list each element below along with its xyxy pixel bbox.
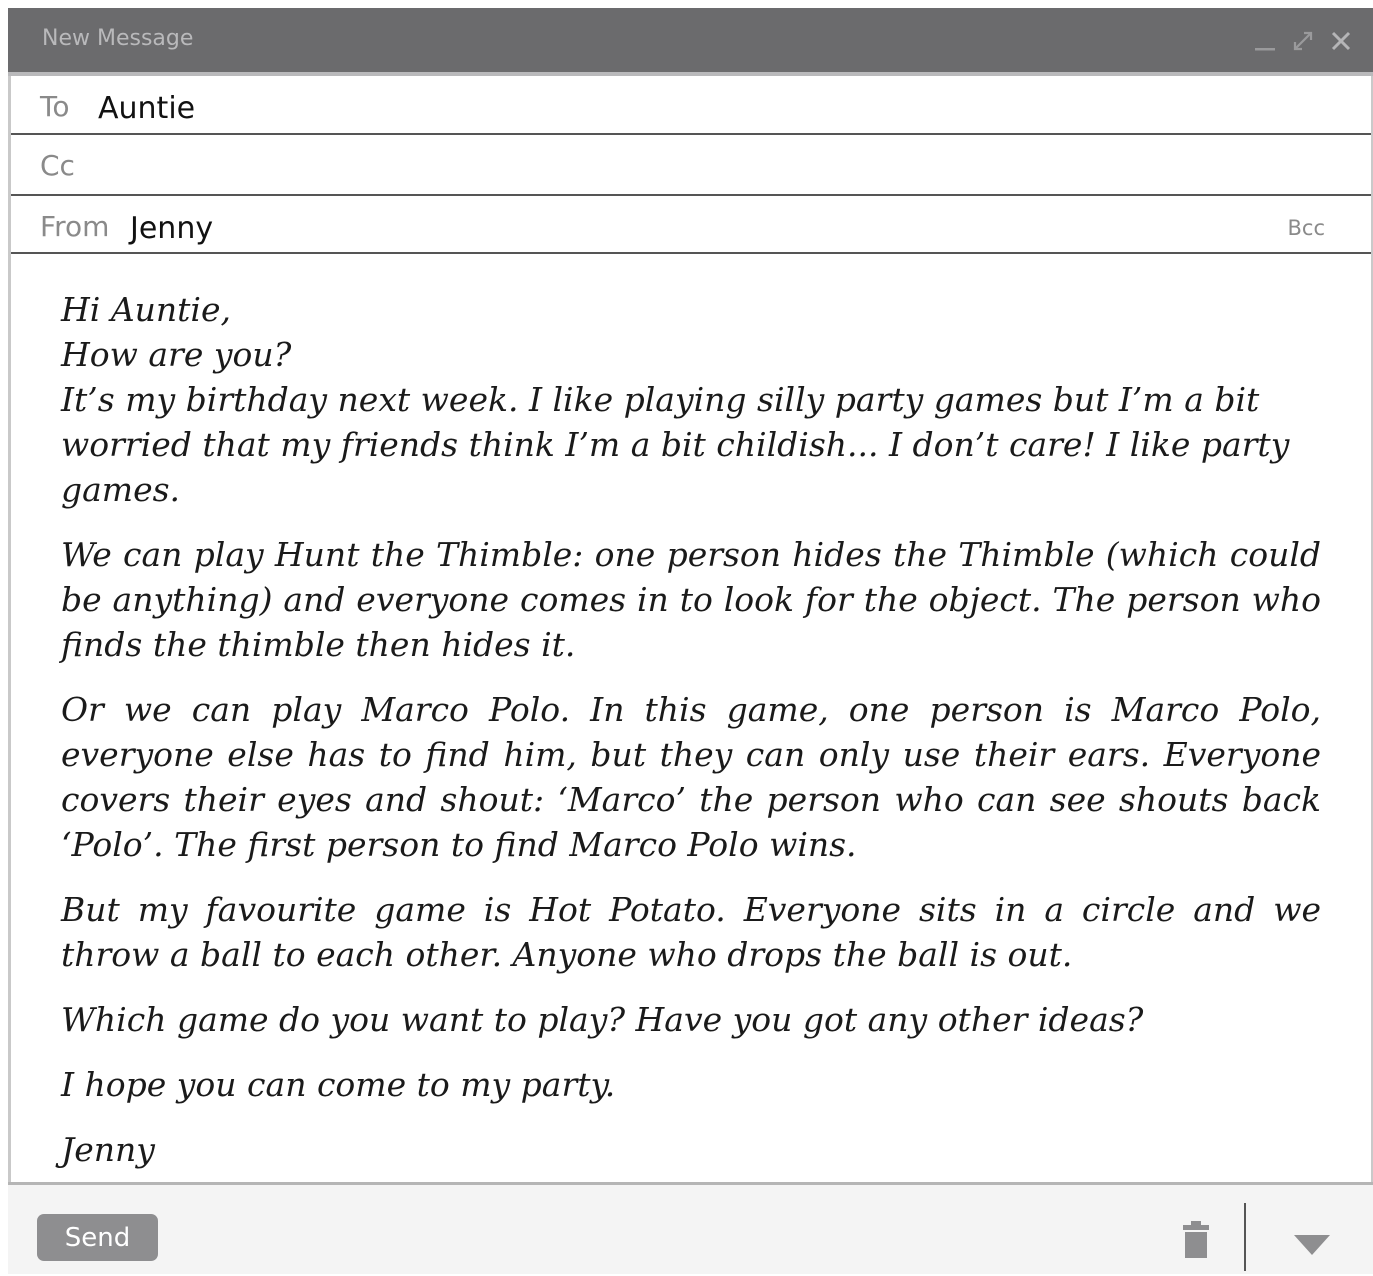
compose-window: New Message To Auntie Cc From Jenny Bcc … xyxy=(8,8,1373,1274)
greeting-line: Hi Auntie, xyxy=(61,290,231,329)
title-bar: New Message xyxy=(8,8,1373,76)
expand-icon[interactable] xyxy=(1290,28,1316,54)
address-fields: To Auntie Cc From Jenny Bcc xyxy=(8,76,1373,254)
close-icon[interactable] xyxy=(1328,28,1354,54)
to-row: To Auntie xyxy=(11,76,1371,135)
chevron-down-icon[interactable] xyxy=(1292,1233,1332,1257)
to-field[interactable]: Auntie xyxy=(98,91,195,126)
message-body[interactable]: Hi Auntie, How are you? It’s my birthday… xyxy=(8,254,1373,1182)
paragraph-marco-polo: Or we can play Marco Polo. In this game,… xyxy=(61,690,1321,864)
paragraph-which-game: Which game do you want to play? Have you… xyxy=(61,1000,1144,1039)
from-field[interactable]: Jenny xyxy=(130,211,213,246)
cc-field[interactable] xyxy=(98,150,1298,186)
from-label: From xyxy=(40,210,110,243)
paragraph-hunt-the-thimble: We can play Hunt the Thimble: one person… xyxy=(61,535,1321,664)
from-row: From Jenny Bcc xyxy=(11,196,1371,254)
cc-row: Cc xyxy=(11,135,1371,196)
window-title: New Message xyxy=(42,26,194,51)
paragraph-birthday: It’s my birthday next week. I like playi… xyxy=(61,380,1290,509)
question-line: How are you? xyxy=(61,335,292,374)
paragraph-party-invite: I hope you can come to my party. xyxy=(61,1065,616,1104)
window-controls xyxy=(1252,28,1354,54)
bcc-link[interactable]: Bcc xyxy=(1288,216,1326,240)
send-button[interactable]: Send xyxy=(37,1214,158,1261)
minimize-icon[interactable] xyxy=(1252,28,1278,54)
message-text: Hi Auntie, How are you? It’s my birthday… xyxy=(61,287,1321,1192)
trash-icon[interactable] xyxy=(1180,1219,1212,1259)
paragraph-hot-potato: But my favourite game is Hot Potato. Eve… xyxy=(61,890,1321,974)
footer-divider xyxy=(1244,1203,1246,1271)
compose-footer: Send xyxy=(8,1182,1373,1274)
to-label: To xyxy=(40,90,70,123)
signature: Jenny xyxy=(61,1130,155,1169)
cc-label: Cc xyxy=(40,149,75,182)
